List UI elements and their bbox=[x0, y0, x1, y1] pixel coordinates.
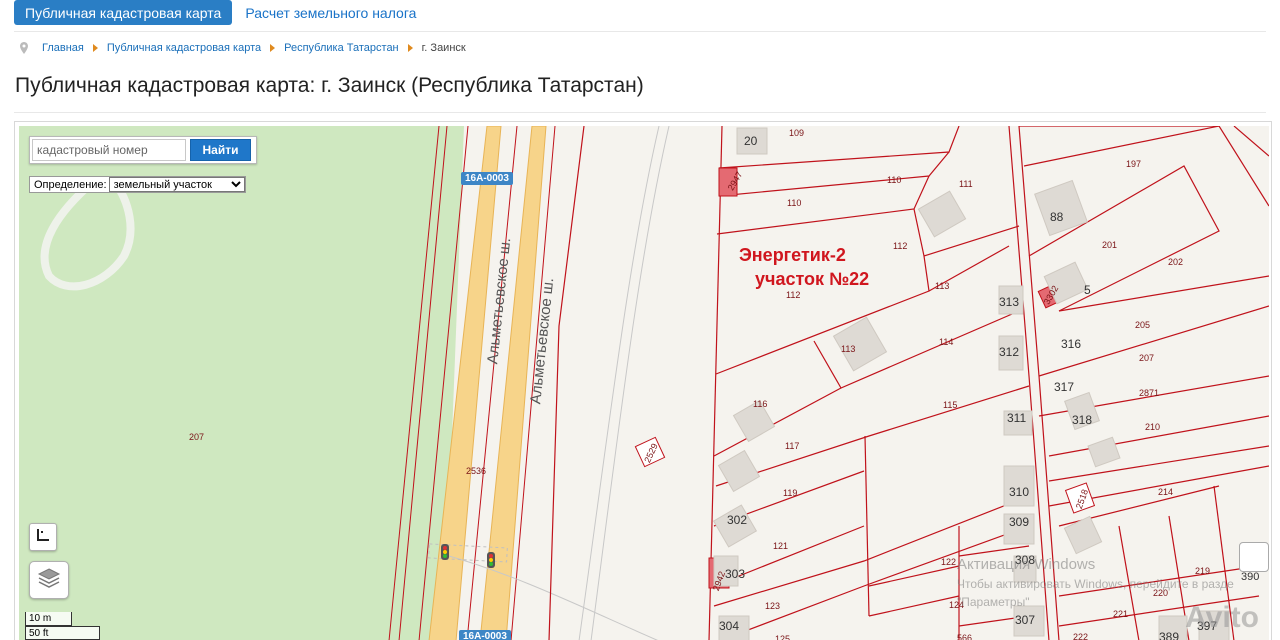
windows-watermark: Активация Windows bbox=[957, 556, 1096, 573]
fullscreen-button[interactable] bbox=[1239, 542, 1269, 572]
overlay-label-line2: участок №22 bbox=[755, 269, 870, 289]
parcel-number: 214 bbox=[1158, 487, 1174, 497]
road-badge: 16А-0003 bbox=[461, 172, 513, 185]
tab-land-tax[interactable]: Расчет земельного налога bbox=[234, 0, 427, 25]
breadcrumb-home[interactable]: Главная bbox=[42, 42, 84, 54]
scale-imperial: 50 ft bbox=[25, 626, 100, 640]
breadcrumb-region[interactable]: Республика Татарстан bbox=[284, 42, 399, 54]
definition-row: Определение: земельный участок bbox=[29, 176, 246, 193]
windows-watermark-sub: Чтобы активировать Windows, перейдите в … bbox=[957, 577, 1234, 591]
find-button[interactable]: Найти bbox=[190, 139, 251, 161]
parcel-number: 121 bbox=[773, 541, 789, 551]
parcel-number: 113 bbox=[841, 344, 856, 354]
parcel-number: 219 bbox=[1195, 566, 1211, 576]
ruler-icon bbox=[36, 528, 50, 547]
parcel-number: 202 bbox=[1168, 257, 1184, 267]
cadastral-search: Найти bbox=[29, 136, 257, 164]
cadastral-map[interactable]: 16А-0003 16А-0003 Альметьевское ш. Альме… bbox=[19, 126, 1269, 640]
avito-watermark: Avito bbox=[1185, 601, 1259, 634]
page: Публичная кадастровая карта Расчет земел… bbox=[0, 0, 1280, 640]
scale-metric: 10 m bbox=[25, 612, 72, 626]
parcel-number: 221 bbox=[1113, 609, 1129, 619]
parcel-number: 205 bbox=[1135, 320, 1151, 330]
measure-button[interactable] bbox=[29, 523, 57, 551]
parcel-number: 2871 bbox=[1139, 388, 1160, 398]
parcel-number: 566 bbox=[957, 633, 973, 640]
building-number: 309 bbox=[1009, 515, 1030, 529]
parcel-number: 122 bbox=[941, 557, 957, 567]
park-area bbox=[19, 126, 464, 640]
parcel-number: 210 bbox=[1145, 422, 1161, 432]
parcel-number: 117 bbox=[785, 441, 800, 451]
parcel-number: 207 bbox=[1139, 353, 1155, 363]
parcel-number: 2536 bbox=[466, 466, 487, 476]
parcel-number: 119 bbox=[783, 488, 798, 498]
building-number: 313 bbox=[999, 295, 1020, 309]
building-number: 302 bbox=[727, 513, 748, 527]
parcel-number: 114 bbox=[939, 337, 954, 347]
building-number: 310 bbox=[1009, 485, 1030, 499]
building-number: 20 bbox=[744, 134, 758, 148]
parcel-number: 125 bbox=[775, 634, 791, 640]
parcel-number: 5 bbox=[1084, 283, 1091, 297]
breadcrumb-arrow-icon bbox=[92, 44, 98, 52]
page-title: Публичная кадастровая карта: г. Заинск (… bbox=[15, 74, 644, 97]
tab-cadastral-map[interactable]: Публичная кадастровая карта bbox=[14, 0, 233, 25]
breadcrumb-cadastral-map[interactable]: Публичная кадастровая карта bbox=[107, 42, 261, 54]
road-badge: 16А-0003 bbox=[459, 630, 511, 640]
parcel-number: 113 bbox=[935, 281, 950, 291]
parcel-number: 197 bbox=[1126, 159, 1142, 169]
overlay-label-line1: Энергетик-2 bbox=[739, 245, 846, 265]
parcel-number: 207 bbox=[189, 432, 205, 442]
divider bbox=[14, 31, 1266, 32]
breadcrumb-arrow-icon bbox=[270, 44, 276, 52]
breadcrumb-current: г. Заинск bbox=[421, 42, 466, 54]
cadastral-number-input[interactable] bbox=[32, 139, 186, 161]
parcel-number: 115 bbox=[943, 400, 958, 410]
parcel-number: 111 bbox=[959, 179, 973, 189]
building-number: 307 bbox=[1015, 613, 1036, 627]
building-number: 304 bbox=[719, 619, 740, 633]
parcel-number: 112 bbox=[786, 290, 801, 300]
building-number: 303 bbox=[725, 567, 746, 581]
map-frame: 16А-0003 16А-0003 Альметьевское ш. Альме… bbox=[14, 121, 1272, 640]
definition-select[interactable]: земельный участок bbox=[108, 177, 245, 192]
building-number: 316 bbox=[1061, 337, 1082, 351]
top-tabs: Публичная кадастровая карта Расчет земел… bbox=[14, 0, 427, 25]
parcel-number: 123 bbox=[765, 601, 781, 611]
building-number: 317 bbox=[1054, 380, 1075, 394]
parcel-number: 116 bbox=[753, 399, 768, 409]
parcel-borders bbox=[548, 126, 1269, 640]
definition-label: Определение: bbox=[34, 178, 107, 191]
breadcrumb-arrow-icon bbox=[407, 44, 413, 52]
building-number: 389 bbox=[1159, 630, 1180, 640]
parcel-number: 201 bbox=[1102, 240, 1118, 250]
building-number: 318 bbox=[1072, 413, 1093, 427]
building-number: 88 bbox=[1050, 210, 1064, 224]
traffic-light-icon bbox=[441, 544, 449, 560]
building-number: 312 bbox=[999, 345, 1020, 359]
divider bbox=[14, 112, 1266, 113]
breadcrumb: Главная Публичная кадастровая карта Респ… bbox=[20, 40, 466, 56]
parcel-number: 109 bbox=[789, 128, 805, 138]
layers-button[interactable] bbox=[29, 561, 69, 599]
scale-bar: 10 m 50 ft bbox=[25, 612, 100, 640]
windows-watermark-sub2: "Параметры" bbox=[957, 595, 1030, 609]
parcel-number: 112 bbox=[893, 241, 908, 251]
parcel-number: 110 bbox=[887, 175, 902, 185]
location-pin-icon bbox=[20, 41, 30, 55]
parcel-number: 110 bbox=[787, 198, 802, 208]
building-number: 390 bbox=[1241, 571, 1260, 583]
traffic-light-icon bbox=[487, 552, 495, 568]
building-number: 311 bbox=[1007, 411, 1027, 425]
parcel-number: 222 bbox=[1073, 632, 1089, 640]
layers-icon bbox=[37, 567, 61, 594]
